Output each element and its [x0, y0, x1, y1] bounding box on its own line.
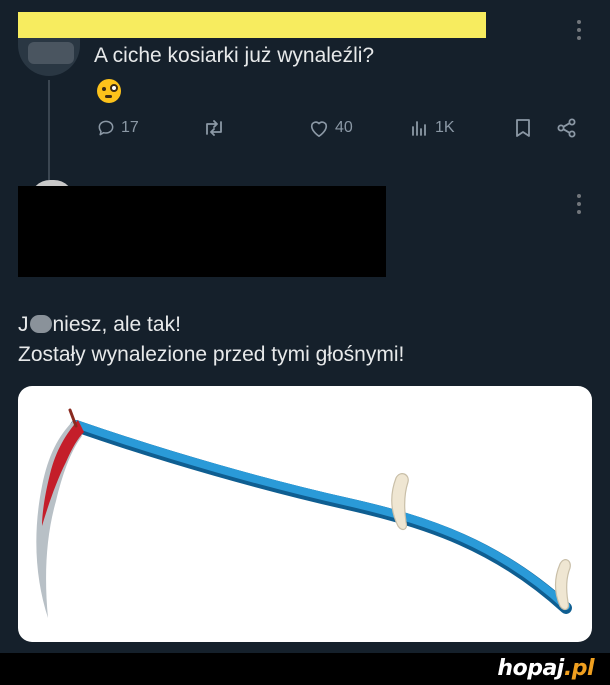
- retweet-button[interactable]: [202, 118, 226, 138]
- heart-icon: [310, 121, 328, 137]
- views-count: 1K: [435, 119, 455, 136]
- redacted-author-block: [18, 186, 386, 277]
- share-icon: [557, 118, 576, 138]
- tweet-media-image[interactable]: [18, 386, 592, 642]
- views-button[interactable]: 1K: [410, 118, 455, 138]
- like-button[interactable]: 40: [308, 118, 353, 138]
- thread-connector-line: [48, 80, 50, 180]
- watermark-brand: hopaj: [497, 656, 564, 681]
- avatar-image: [28, 42, 74, 64]
- more-options-icon[interactable]: [574, 20, 584, 44]
- blurred-name: [29, 315, 52, 333]
- more-options-icon[interactable]: [574, 194, 584, 218]
- reply-icon: [98, 120, 114, 136]
- bookmark-button[interactable]: [514, 118, 532, 138]
- watermark-bar: hopaj.pl: [0, 653, 610, 685]
- reply-line-1-start: J: [18, 313, 29, 336]
- share-button[interactable]: [556, 118, 578, 138]
- like-count: 40: [335, 119, 353, 136]
- watermark-logo: hopaj.pl: [497, 656, 594, 681]
- tweet-text: A ciche kosiarki już wynaleźli?: [94, 44, 375, 67]
- views-icon: [412, 121, 426, 136]
- reply-line-2: Zostały wynalezione przed tymi głośnymi!: [18, 343, 405, 366]
- reply-line-1: Jniesz, ale tak!: [18, 310, 404, 340]
- monocle-face-emoji-icon: [97, 79, 121, 103]
- reply-line-1-end: niesz, ale tak!: [52, 313, 181, 336]
- watermark-tld: .pl: [563, 656, 595, 681]
- tweet-action-bar: 17 40 1K: [94, 118, 584, 144]
- reply-button[interactable]: 17: [96, 118, 139, 138]
- reply-tweet-text: Jniesz, ale tak! Zostały wynalezione prz…: [18, 310, 404, 370]
- bookmark-icon: [516, 119, 530, 137]
- scythe-image: [36, 408, 572, 618]
- reply-count: 17: [121, 119, 139, 136]
- redacted-username-bar: [18, 12, 486, 38]
- retweet-icon: [206, 120, 222, 136]
